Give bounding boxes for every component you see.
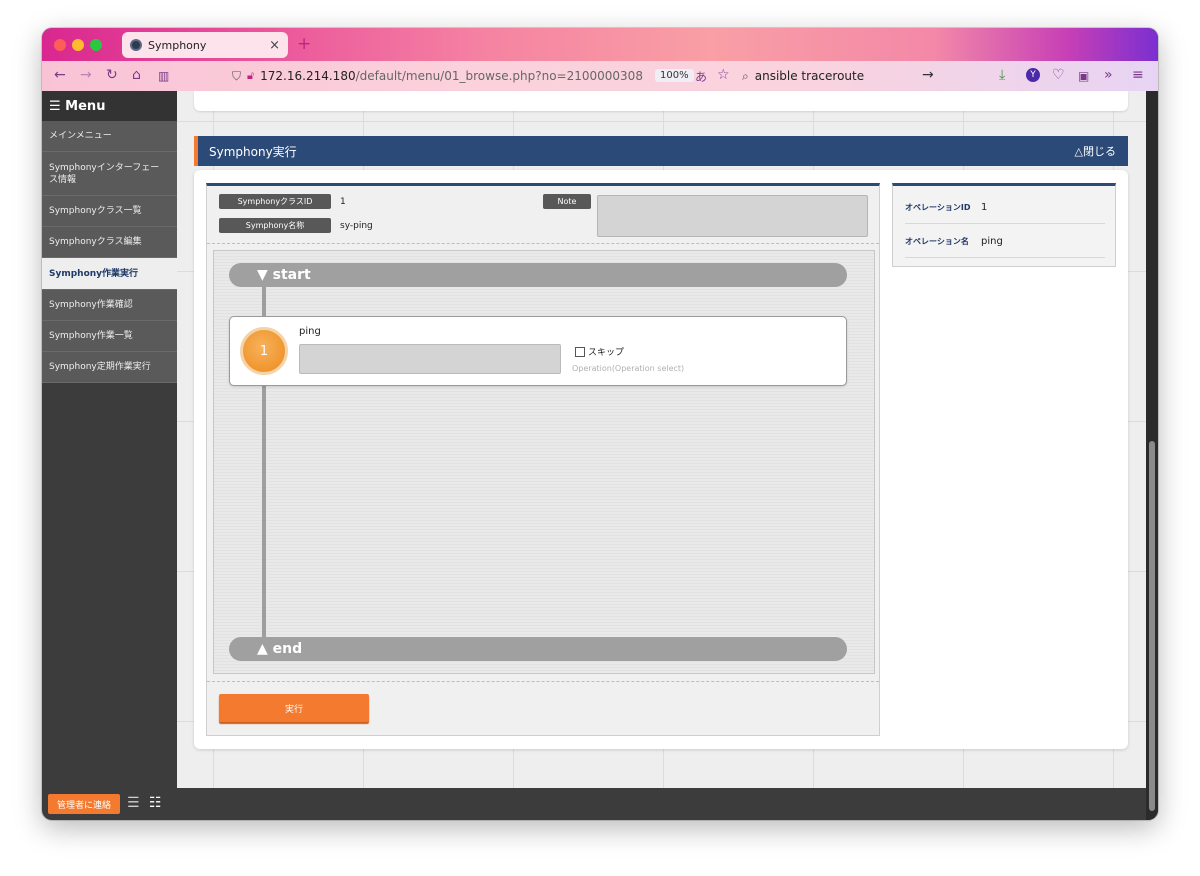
symphony-name-value: sy-ping: [340, 221, 373, 231]
movement-flow: ▼ start 1 ping スキップ Operation(Operation …: [213, 250, 875, 674]
contact-admin-button[interactable]: 管理者に連絡: [48, 794, 120, 814]
operation-name-value: ping: [981, 236, 1003, 247]
back-arrow-icon[interactable]: ←: [54, 67, 66, 83]
skip-label: スキップ: [588, 348, 625, 358]
sidebar-item-scheduled[interactable]: Symphony定期作業実行: [42, 352, 177, 383]
url-path: /default/menu/01_browse.php?no=210000030…: [355, 69, 643, 83]
note-label: Note: [543, 194, 591, 209]
sidebar-item-label: Symphony作業一覧: [49, 331, 133, 341]
nav-bar: ← → ↻ ⌂ ▥ ⛉ 🔓︎ 172.16.214.180/default/me…: [42, 61, 1158, 91]
translate-icon[interactable]: あ: [695, 68, 707, 85]
shield-icon[interactable]: ⛉: [232, 69, 241, 84]
page-scrollbar[interactable]: [1146, 91, 1158, 820]
sidebar-item-label: Symphonyクラス一覧: [49, 206, 142, 216]
minimize-window-button[interactable]: [72, 39, 84, 51]
search-box[interactable]: ⌕ ansible traceroute: [742, 65, 942, 87]
main-content: Symphony実行 △閉じる SymphonyクラスID 1 Symphony…: [177, 91, 1146, 788]
previous-panel: [194, 91, 1128, 111]
sidebar: ☰ Menu メインメニュー Symphonyインターフェース情報 Sympho…: [42, 91, 177, 788]
url-host: 172.16.214.180: [260, 69, 356, 83]
movement-node: 1 ping スキップ Operation(Operation select): [229, 316, 847, 386]
more-tools-icon[interactable]: »: [1104, 67, 1113, 83]
execute-button[interactable]: 実行: [219, 694, 369, 722]
sidebar-item-class-edit[interactable]: Symphonyクラス編集: [42, 227, 177, 258]
container-icon[interactable]: ▣: [1078, 69, 1089, 83]
tab-strip: Symphony × +: [42, 28, 1158, 61]
tab-title: Symphony: [148, 38, 207, 52]
note-field: [597, 195, 868, 237]
sidebar-item-label: メインメニュー: [49, 131, 112, 141]
tab-close-icon[interactable]: ×: [269, 38, 280, 53]
section-close-button[interactable]: △閉じる: [1075, 143, 1116, 159]
operation-hint: Operation(Operation select): [572, 364, 685, 373]
movement-operation-field[interactable]: [299, 344, 561, 374]
list-view-icon[interactable]: ☷: [149, 796, 162, 810]
class-id-value: 1: [340, 197, 346, 207]
movement-order-badge: 1: [240, 327, 288, 375]
sidebar-item-label: Symphony作業実行: [49, 268, 139, 279]
search-icon: ⌕: [742, 68, 749, 83]
app-area: ☰ Menu メインメニュー Symphonyインターフェース情報 Sympho…: [42, 91, 1146, 820]
flow-start: ▼ start: [229, 263, 847, 287]
symphony-name-label: Symphony名称: [219, 218, 331, 233]
search-text: ansible traceroute: [754, 69, 865, 83]
divider: [207, 681, 879, 682]
operation-id-row: オペレーションID 1: [905, 192, 1105, 224]
site-favicon-icon: [130, 39, 142, 51]
checkbox-icon[interactable]: [575, 346, 585, 357]
scrollbar-thumb[interactable]: [1149, 441, 1155, 811]
bookmark-star-icon[interactable]: ☆: [717, 67, 730, 83]
operation-id-value: 1: [981, 202, 988, 213]
insecure-lock-icon[interactable]: 🔓︎: [247, 69, 254, 83]
section-header: Symphony実行 △閉じる: [194, 136, 1128, 166]
symphony-panel: SymphonyクラスID 1 Symphony名称 sy-ping Note …: [194, 170, 1128, 749]
sidebar-item-execute[interactable]: Symphony作業実行: [42, 258, 177, 290]
close-window-button[interactable]: [54, 39, 66, 51]
hamburger-menu-icon[interactable]: ≡: [1132, 67, 1144, 83]
operation-name-row: オペレーション名 ping: [905, 226, 1105, 258]
reader-view-icon[interactable]: ▥: [158, 69, 169, 83]
layout-toggle-icon[interactable]: ☰: [127, 796, 140, 810]
section-title: Symphony実行: [209, 144, 297, 159]
sidebar-item-label: Symphony定期作業実行: [49, 362, 151, 372]
menu-header[interactable]: ☰ Menu: [42, 91, 177, 121]
sidebar-item-class-list[interactable]: Symphonyクラス一覧: [42, 196, 177, 227]
sidebar-item-label: Symphonyクラス編集: [49, 237, 142, 247]
footer-bar: 管理者に連絡 ☰ ☷: [42, 788, 1146, 820]
reload-icon[interactable]: ↻: [106, 67, 118, 83]
sidebar-item-work-list[interactable]: Symphony作業一覧: [42, 321, 177, 352]
new-tab-button[interactable]: +: [297, 34, 311, 54]
operation-info-box: オペレーションID 1 オペレーション名 ping: [892, 183, 1116, 267]
flow-end: ▲ end: [229, 637, 847, 661]
forward-arrow-icon[interactable]: →: [80, 67, 92, 83]
download-icon[interactable]: ⤓: [999, 67, 1005, 83]
operation-name-label: オペレーション名: [905, 237, 969, 246]
sidebar-item-main-menu[interactable]: メインメニュー: [42, 121, 177, 152]
yahoo-extension-icon[interactable]: Y: [1026, 68, 1040, 82]
class-id-label: SymphonyクラスID: [219, 194, 331, 209]
sidebar-item-label: Symphonyインターフェース情報: [49, 162, 160, 185]
zoom-window-button[interactable]: [90, 39, 102, 51]
movement-name: ping: [299, 326, 321, 337]
symphony-info-box: SymphonyクラスID 1 Symphony名称 sy-ping Note …: [206, 183, 880, 736]
tab-symphony[interactable]: Symphony ×: [122, 32, 288, 58]
sidebar-item-interface-info[interactable]: Symphonyインターフェース情報: [42, 152, 177, 196]
operation-id-label: オペレーションID: [905, 203, 971, 212]
zoom-level-badge[interactable]: 100%: [655, 69, 694, 82]
divider: [207, 243, 879, 244]
skip-checkbox[interactable]: スキップ: [575, 345, 624, 358]
go-arrow-icon[interactable]: →: [922, 67, 934, 83]
pocket-icon[interactable]: ♡: [1052, 67, 1065, 83]
browser-window: Symphony × + ← → ↻ ⌂ ▥ ⛉ 🔓︎ 172.16.214.1…: [42, 28, 1158, 820]
home-icon[interactable]: ⌂: [132, 67, 141, 83]
sidebar-item-confirm[interactable]: Symphony作業確認: [42, 290, 177, 321]
sidebar-item-label: Symphony作業確認: [49, 300, 133, 310]
